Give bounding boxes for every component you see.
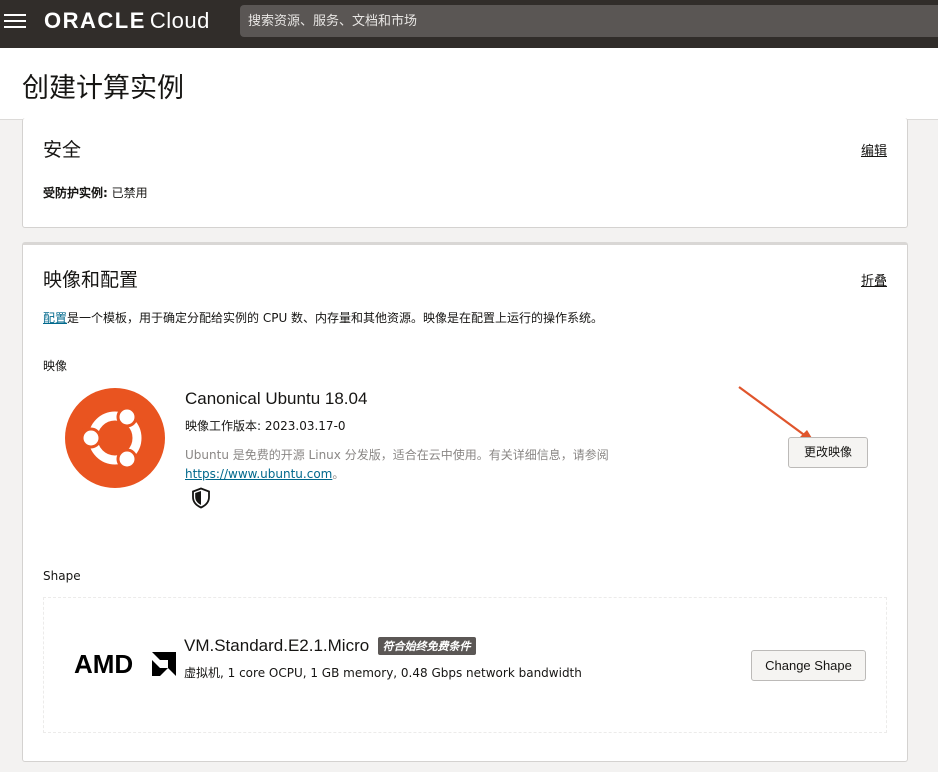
shape-spec: 虚拟机, 1 core OCPU, 1 GB memory, 0.48 Gbps… — [184, 666, 582, 680]
change-shape-button[interactable]: Change Shape — [751, 650, 866, 681]
shape-summary: AMD VM.Standard.E2.1.Micro 符合始终免费条件 虚拟机,… — [43, 597, 887, 733]
security-section: 安全 编辑 受防护实例: 已禁用 — [22, 118, 908, 228]
collapse-link[interactable]: 折叠 — [861, 270, 887, 289]
image-label: 映像 — [43, 359, 68, 373]
security-title: 安全 — [43, 139, 82, 161]
shielded-instance-value: 已禁用 — [111, 186, 148, 200]
shape-doc-link[interactable]: 配置 — [43, 311, 67, 325]
amd-logo: AMD — [74, 650, 176, 678]
image-build: 映像工作版本: 2023.03.17-0 — [185, 419, 346, 433]
shape-label: Shape — [43, 569, 81, 583]
oracle-cloud-logo[interactable]: ORACLE Cloud — [44, 8, 210, 34]
image-description-text: Ubuntu 是免费的开源 Linux 分发版，适合在云中使用。有关详细信息，请… — [185, 448, 609, 462]
shape-name-row: VM.Standard.E2.1.Micro 符合始终免费条件 — [184, 636, 476, 656]
link-suffix: 。 — [332, 467, 345, 481]
top-navigation-bar: ORACLE Cloud — [0, 0, 938, 48]
logo-oracle-text: ORACLE — [44, 8, 146, 33]
security-edit-link[interactable]: 编辑 — [861, 140, 887, 159]
logo-cloud-text: Cloud — [149, 8, 210, 33]
page-title: 创建计算实例 — [22, 73, 184, 104]
image-and-shape-section: 映像和配置 折叠 配置是一个模板，用于确定分配给实例的 CPU 数、内存量和其他… — [22, 242, 908, 762]
search-input[interactable] — [240, 5, 938, 37]
svg-text:AMD: AMD — [74, 650, 133, 678]
menu-icon[interactable] — [4, 10, 28, 34]
shield-icon — [192, 487, 210, 509]
page-header: 创建计算实例 — [0, 48, 938, 120]
image-name: Canonical Ubuntu 18.04 — [185, 389, 368, 408]
image-description: Ubuntu 是免费的开源 Linux 分发版，适合在云中使用。有关详细信息，请… — [185, 446, 705, 484]
ubuntu-logo — [65, 388, 165, 488]
shielded-instance-label: 受防护实例: — [43, 186, 108, 200]
description-text: 是一个模板，用于确定分配给实例的 CPU 数、内存量和其他资源。映像是在配置上运… — [67, 311, 604, 325]
shape-name: VM.Standard.E2.1.Micro — [184, 636, 370, 655]
change-image-button[interactable]: 更改映像 — [788, 437, 868, 468]
image-shape-title: 映像和配置 — [43, 269, 139, 291]
always-free-badge: 符合始终免费条件 — [377, 637, 476, 655]
shielded-instance-row: 受防护实例: 已禁用 — [43, 184, 148, 201]
ubuntu-website-link[interactable]: https://www.ubuntu.com — [185, 467, 332, 481]
section-description: 配置是一个模板，用于确定分配给实例的 CPU 数、内存量和其他资源。映像是在配置… — [43, 309, 603, 326]
